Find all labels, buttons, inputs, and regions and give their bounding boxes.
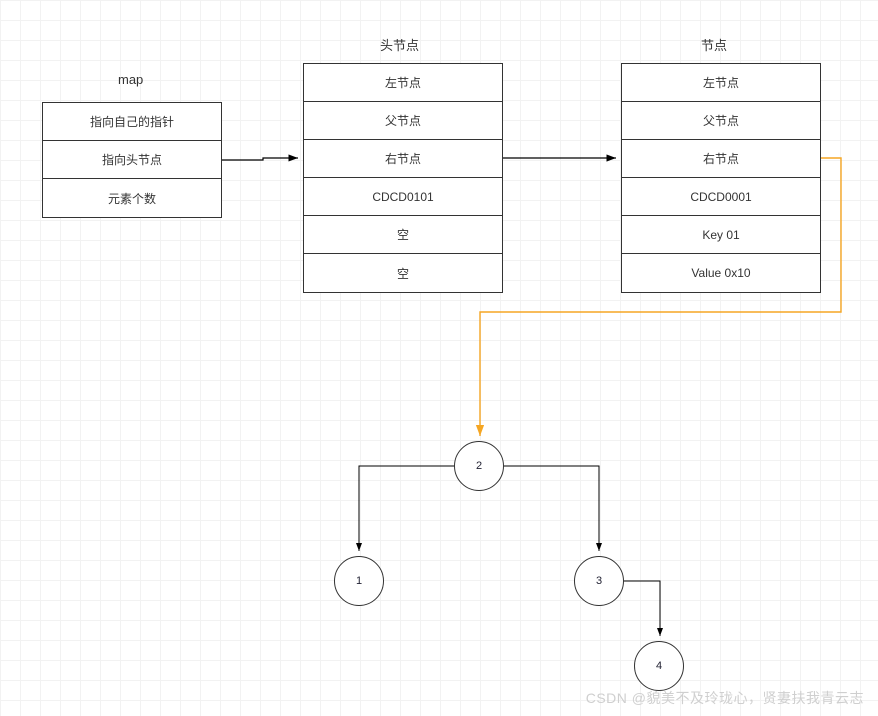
head-row-value: 空 — [304, 254, 502, 292]
map-box: 指向自己的指针 指向头节点 元素个数 — [42, 102, 222, 218]
tree-node-right: 3 — [574, 556, 624, 606]
map-row-self-pointer: 指向自己的指针 — [43, 103, 221, 141]
head-node-box: 左节点 父节点 右节点 CDCD0101 空 空 — [303, 63, 503, 293]
tree-node-root: 2 — [454, 441, 504, 491]
node-title: 节点 — [701, 35, 727, 54]
map-title: map — [118, 72, 143, 87]
watermark: CSDN @貌美不及玲珑心，贤妻扶我青云志 — [586, 688, 864, 708]
head-row-parent: 父节点 — [304, 102, 502, 140]
node-box: 左节点 父节点 右节点 CDCD0001 Key 01 Value 0x10 — [621, 63, 821, 293]
node-row-value: Value 0x10 — [622, 254, 820, 292]
node-row-flag: CDCD0001 — [622, 178, 820, 216]
tree-node-right-right: 4 — [634, 641, 684, 691]
head-row-right: 右节点 — [304, 140, 502, 178]
map-row-count: 元素个数 — [43, 179, 221, 217]
head-row-key: 空 — [304, 216, 502, 254]
head-row-left: 左节点 — [304, 64, 502, 102]
map-row-head-pointer: 指向头节点 — [43, 141, 221, 179]
tree-node-left: 1 — [334, 556, 384, 606]
node-row-right: 右节点 — [622, 140, 820, 178]
head-row-flag: CDCD0101 — [304, 178, 502, 216]
node-row-key: Key 01 — [622, 216, 820, 254]
head-node-title: 头节点 — [380, 35, 419, 54]
node-row-parent: 父节点 — [622, 102, 820, 140]
node-row-left: 左节点 — [622, 64, 820, 102]
